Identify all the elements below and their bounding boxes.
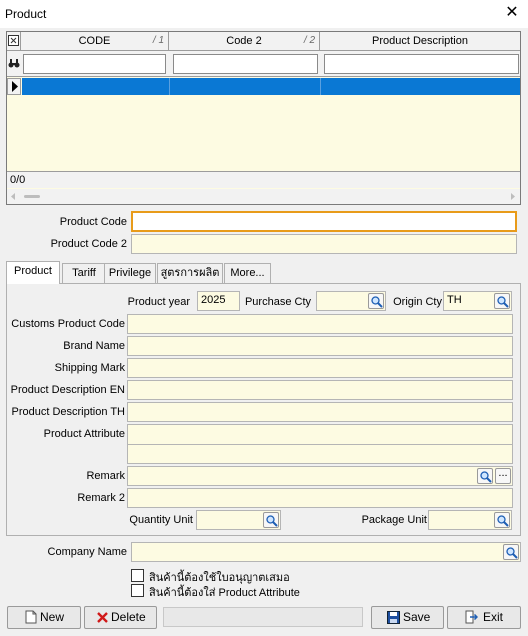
column-header-code2[interactable]: Code 2 / 2	[169, 32, 320, 51]
search-icon[interactable]	[503, 544, 519, 560]
product-desc-th-field[interactable]	[127, 402, 513, 422]
attribute-required-label: สินค้านี้ต้องใส่ Product Attribute	[149, 587, 300, 599]
product-code-label: Product Code	[59, 216, 127, 228]
quantity-unit-field[interactable]	[196, 510, 281, 530]
product-year-field[interactable]: 2025	[197, 291, 240, 311]
product-code-field[interactable]	[131, 211, 517, 232]
exit-button[interactable]: Exit	[447, 606, 521, 629]
horizontal-scrollbar[interactable]	[7, 189, 520, 204]
tab-privilege[interactable]: Privilege	[104, 263, 156, 283]
grid-config-icon[interactable]	[7, 32, 21, 51]
table-row[interactable]	[22, 78, 520, 95]
shipping-mark-label: Shipping Mark	[54, 362, 125, 374]
delete-button[interactable]: Delete	[84, 606, 157, 629]
product-code2-field[interactable]	[131, 234, 517, 254]
delete-x-icon	[96, 610, 109, 631]
search-icon[interactable]	[494, 293, 510, 309]
package-unit-field[interactable]	[428, 510, 512, 530]
column-header-code2-label: Code 2	[226, 35, 262, 47]
product-desc-th-label: Product Description TH	[11, 406, 125, 418]
ellipsis-button[interactable]: ...	[495, 468, 511, 484]
package-unit-label: Package Unit	[361, 514, 427, 526]
record-count: 0/0	[10, 174, 26, 186]
scroll-right-icon[interactable]	[509, 192, 517, 204]
grid-header: CODE / 1 Code 2 / 2 Product Description	[7, 32, 520, 51]
permit-required-checkbox[interactable]	[131, 569, 144, 582]
new-document-icon	[25, 610, 37, 631]
product-grid[interactable]: CODE / 1 Code 2 / 2 Product Description …	[6, 31, 521, 205]
search-icon[interactable]	[494, 512, 510, 528]
search-icon[interactable]	[477, 468, 493, 484]
product-desc-en-label: Product Description EN	[10, 384, 125, 396]
product-attribute-label: Product Attribute	[43, 428, 125, 440]
product-year-label: Product year	[127, 296, 190, 308]
purchase-cty-field[interactable]	[316, 291, 386, 311]
customs-product-code-field[interactable]	[127, 314, 513, 334]
product-attribute-field[interactable]	[127, 424, 513, 464]
remark-field[interactable]: ...	[127, 466, 513, 486]
sort-index: / 1	[152, 35, 164, 46]
tab-more[interactable]: More...	[224, 263, 271, 283]
tab-production-formula[interactable]: สูตรการผลิต	[157, 263, 223, 283]
tab-bar: Product Tariff Privilege สูตรการผลิต Mor…	[6, 261, 521, 284]
origin-cty-field[interactable]: TH	[443, 291, 512, 311]
exit-door-icon	[465, 610, 479, 631]
new-button[interactable]: New	[7, 606, 81, 629]
quantity-unit-label: Quantity Unit	[129, 514, 193, 526]
brand-name-label: Brand Name	[63, 340, 125, 352]
row-indicator	[7, 78, 21, 95]
column-header-description-label: Product Description	[372, 35, 468, 47]
brand-name-field[interactable]	[127, 336, 513, 356]
save-button[interactable]: Save	[371, 606, 444, 629]
filter-row	[7, 51, 520, 77]
tab-product[interactable]: Product	[6, 261, 60, 284]
remark2-field[interactable]	[127, 488, 513, 508]
company-name-label: Company Name	[47, 546, 127, 558]
close-icon[interactable]: ✕	[504, 4, 520, 22]
remark2-label: Remark 2	[77, 492, 125, 504]
column-header-description[interactable]: Product Description	[320, 32, 520, 51]
purchase-cty-label: Purchase Cty	[244, 296, 311, 308]
grid-footer: 0/0	[7, 171, 520, 188]
company-name-field[interactable]	[131, 542, 521, 562]
status-area	[163, 607, 363, 627]
search-icon[interactable]	[368, 293, 384, 309]
filter-description-input[interactable]	[324, 54, 519, 74]
tab-tariff[interactable]: Tariff	[62, 263, 106, 283]
attribute-required-checkbox[interactable]	[131, 584, 144, 597]
window-title: Product	[5, 7, 47, 21]
scroll-left-icon[interactable]	[9, 192, 17, 204]
filter-code-input[interactable]	[23, 54, 166, 74]
title-bar: Product ✕	[0, 0, 528, 28]
product-code2-label: Product Code 2	[50, 238, 127, 250]
customs-product-code-label: Customs Product Code	[11, 318, 125, 330]
save-disk-icon	[387, 610, 400, 631]
origin-cty-label: Origin Cty	[393, 296, 442, 308]
binoculars-icon	[8, 57, 20, 69]
shipping-mark-field[interactable]	[127, 358, 513, 378]
column-header-code-label: CODE	[78, 35, 111, 47]
remark-label: Remark	[86, 470, 125, 482]
filter-code2-input[interactable]	[173, 54, 318, 74]
sort-index: / 2	[303, 35, 315, 46]
product-desc-en-field[interactable]	[127, 380, 513, 400]
scroll-thumb[interactable]	[24, 195, 40, 198]
column-header-code[interactable]: CODE / 1	[21, 32, 169, 51]
search-icon[interactable]	[263, 512, 279, 528]
